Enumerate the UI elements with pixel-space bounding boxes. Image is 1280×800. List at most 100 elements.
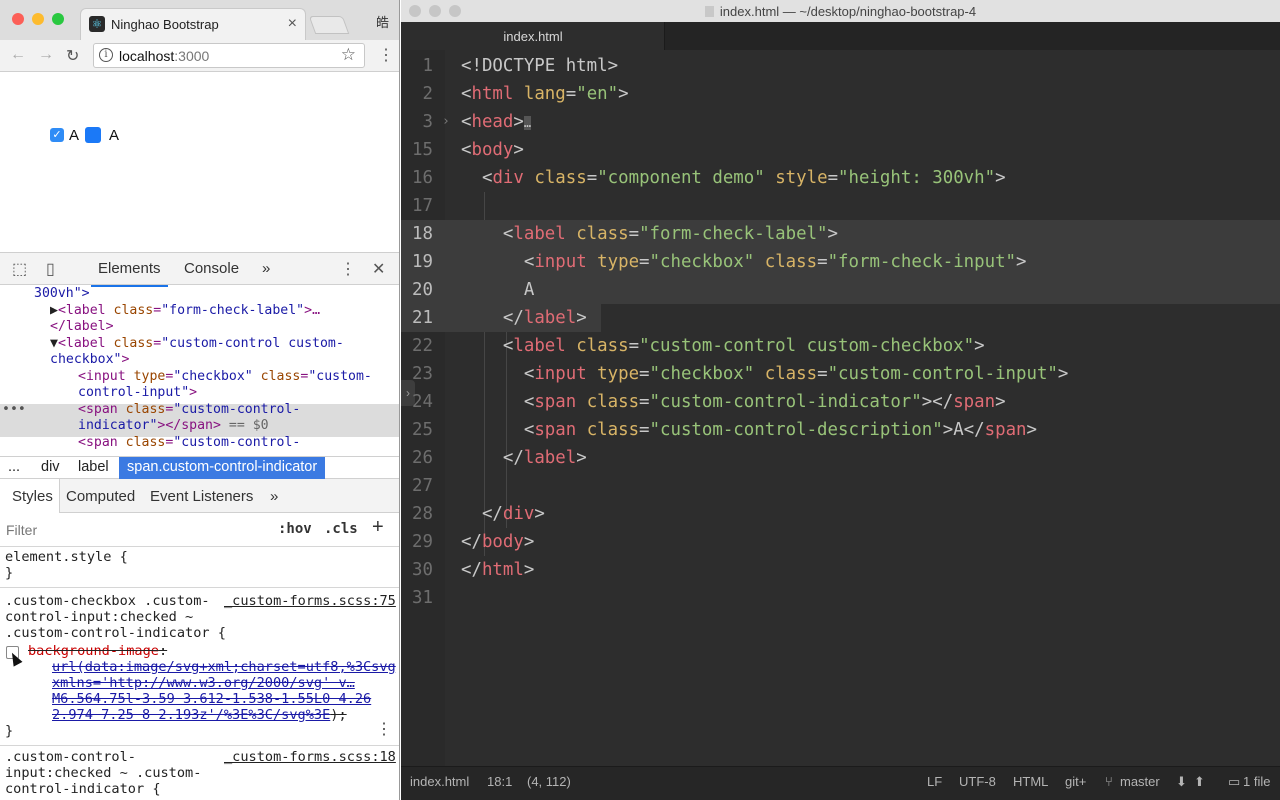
source-link[interactable]: _custom-forms.scss:75 (224, 593, 396, 609)
more-tabs-icon[interactable]: » (262, 260, 270, 277)
back-arrow-icon[interactable]: ← (10, 46, 26, 64)
code-line[interactable]: 1 <!DOCTYPE html> (401, 52, 1280, 80)
code-line-selected[interactable]: 18 <label class="form-check-label"> (401, 220, 1280, 248)
file-icon: ▭ (1228, 774, 1241, 789)
url-port: :3000 (174, 48, 210, 64)
url-text: localhost:3000 (119, 48, 209, 64)
form-check-input-checkbox[interactable]: ✓ (50, 128, 64, 142)
divider (0, 587, 399, 588)
device-toolbar-icon[interactable]: ▯ (46, 259, 55, 279)
more-tabs-icon[interactable]: » (270, 488, 278, 505)
status-grammar[interactable]: HTML (1013, 774, 1048, 789)
status-git[interactable]: git+ (1065, 774, 1086, 789)
git-fetch-icon[interactable]: ⬇ (1176, 774, 1187, 790)
add-style-rule-button[interactable]: + (372, 516, 384, 539)
status-branch[interactable]: master (1120, 774, 1160, 789)
close-devtools-icon[interactable]: ✕ (372, 259, 385, 279)
css-value[interactable]: 2.974 7.25 8 2.193z'/%3E%3C/svg%3E); (52, 707, 347, 723)
forward-arrow-icon[interactable]: → (38, 46, 54, 64)
status-file-name[interactable]: index.html (410, 774, 469, 789)
rule-selector[interactable]: .custom-checkbox .custom- (5, 593, 210, 609)
dom-node-label[interactable]: ▼<label class="custom-control custom- (50, 336, 344, 353)
code-line-selected[interactable]: 21 </label> (401, 304, 601, 332)
site-info-icon[interactable]: i (99, 48, 113, 62)
rule-selector[interactable]: .custom-control- (5, 749, 136, 765)
maximize-window-button[interactable] (52, 13, 64, 25)
breadcrumb-label[interactable]: label (78, 459, 109, 475)
tab-close-icon[interactable]: × (288, 15, 297, 33)
code-editor[interactable]: 1 <!DOCTYPE html> 2 <html lang="en"> 3 › <he… (401, 52, 1280, 766)
profile-button[interactable]: 皓 (376, 12, 389, 31)
css-value[interactable]: url(data:image/svg+xml;charset=utf8,%3Cs… (52, 659, 396, 675)
custom-control-indicator-checkbox[interactable] (85, 127, 101, 143)
tab-styles[interactable]: Styles (0, 479, 60, 513)
rule-selector[interactable]: control-input:checked ~ (5, 609, 193, 625)
code-line-selected[interactable]: 19 <input type="checkbox" class="form-ch… (401, 248, 1280, 276)
code-line[interactable]: 31 (401, 584, 1280, 612)
editor-titlebar: index.html — ~/desktop/ninghao-bootstrap… (401, 0, 1280, 22)
minimize-window-button[interactable] (32, 13, 44, 25)
dom-line[interactable]: indicator"></span> == $0 (78, 418, 269, 435)
css-value[interactable]: M6.564.75l-3.59 3.612-1.538-1.55L0 4.26 (52, 691, 371, 707)
dom-line[interactable]: </label> (50, 319, 114, 336)
editor-tab[interactable]: index.html (401, 22, 665, 50)
status-file-count[interactable]: 1 file (1243, 774, 1270, 789)
code-line[interactable]: 2 <html lang="en"> (401, 80, 1280, 108)
rule-menu-icon[interactable]: ⋮ (376, 719, 392, 739)
git-push-icon[interactable]: ⬆ (1194, 774, 1205, 790)
dom-node-label[interactable]: ▶<label class="form-check-label">… (50, 303, 320, 320)
inspect-element-icon[interactable]: ⬚ (12, 259, 27, 279)
code-line[interactable]: 29 </body> (401, 528, 1280, 556)
dom-line[interactable]: checkbox"> (50, 352, 129, 369)
styles-filter-input[interactable]: Filter (6, 522, 37, 538)
dom-line[interactable]: 300vh"> (34, 286, 90, 303)
tab-elements[interactable]: Elements (91, 260, 168, 287)
code-line[interactable]: 22 <label class="custom-control custom-c… (401, 332, 1280, 360)
tab-console[interactable]: Console (184, 260, 239, 277)
status-encoding[interactable]: UTF-8 (959, 774, 996, 789)
tab-event-listeners[interactable]: Event Listeners (150, 488, 253, 505)
breadcrumb-div[interactable]: div (41, 459, 60, 475)
code-line[interactable]: 26 </label> (401, 444, 1280, 472)
status-line-ending[interactable]: LF (927, 774, 942, 789)
code-line[interactable]: 17 (401, 192, 1280, 220)
bookmark-star-icon[interactable]: ☆ (341, 45, 356, 65)
devtools-menu-icon[interactable]: ⋮ (340, 259, 356, 279)
dom-node-input[interactable]: <input type="checkbox" class="custom- (78, 369, 372, 386)
rule-selector[interactable]: .custom-control-indicator { (5, 625, 226, 641)
code-line-selected[interactable]: 20 A (401, 276, 1280, 304)
dom-line[interactable]: control-input"> (78, 385, 197, 402)
dom-node-span-selected[interactable]: <span class="custom-control- (78, 402, 300, 419)
breadcrumb: ... div label span.custom-control-indica… (0, 456, 399, 479)
status-cursor-position[interactable]: 18:1 (487, 774, 512, 789)
reload-icon[interactable]: ↻ (66, 46, 79, 66)
code-line[interactable]: 27 (401, 472, 1280, 500)
form-check-label: A (69, 127, 80, 144)
breadcrumb-span-active[interactable]: span.custom-control-indicator (119, 457, 326, 479)
code-line[interactable]: 23 <input type="checkbox" class="custom-… (401, 360, 1280, 388)
code-line[interactable]: 15 <body> (401, 136, 1280, 164)
dom-node-span[interactable]: <span class="custom-control- (78, 435, 300, 452)
browser-tab[interactable]: ⚛ Ninghao Bootstrap × (80, 8, 306, 40)
breadcrumb-ellipsis[interactable]: ... (8, 459, 20, 475)
node-ellipsis-icon[interactable]: ••• (2, 402, 26, 419)
source-link[interactable]: _custom-forms.scss:18 (224, 749, 396, 765)
tab-computed[interactable]: Computed (66, 488, 135, 505)
code-line[interactable]: 24 <span class="custom-control-indicator… (401, 388, 1280, 416)
css-property[interactable]: background-image: (28, 643, 167, 659)
code-line[interactable]: 28 </div> (401, 500, 1280, 528)
address-bar[interactable]: i localhost:3000 ☆ (93, 43, 365, 68)
css-value[interactable]: xmlns='http://www.w3.org/2000/svg' v… (52, 675, 355, 691)
rule-selector[interactable]: input:checked ~ .custom- (5, 765, 201, 781)
hover-state-button[interactable]: :hov (278, 521, 312, 537)
editor-tab-bar: index.html (401, 22, 1280, 50)
close-window-button[interactable] (12, 13, 24, 25)
code-line[interactable]: 25 <span class="custom-control-descripti… (401, 416, 1280, 444)
code-line[interactable]: 16 <div class="component demo" style="he… (401, 164, 1280, 192)
rule-selector[interactable]: control-indicator { (5, 781, 161, 797)
class-toggle-button[interactable]: .cls (324, 521, 358, 537)
browser-menu-icon[interactable]: ⋮ (378, 45, 394, 65)
code-line[interactable]: 30 </html> (401, 556, 1280, 584)
code-line[interactable]: 3 › <head>… (401, 108, 1280, 136)
new-tab-button[interactable] (308, 16, 350, 34)
